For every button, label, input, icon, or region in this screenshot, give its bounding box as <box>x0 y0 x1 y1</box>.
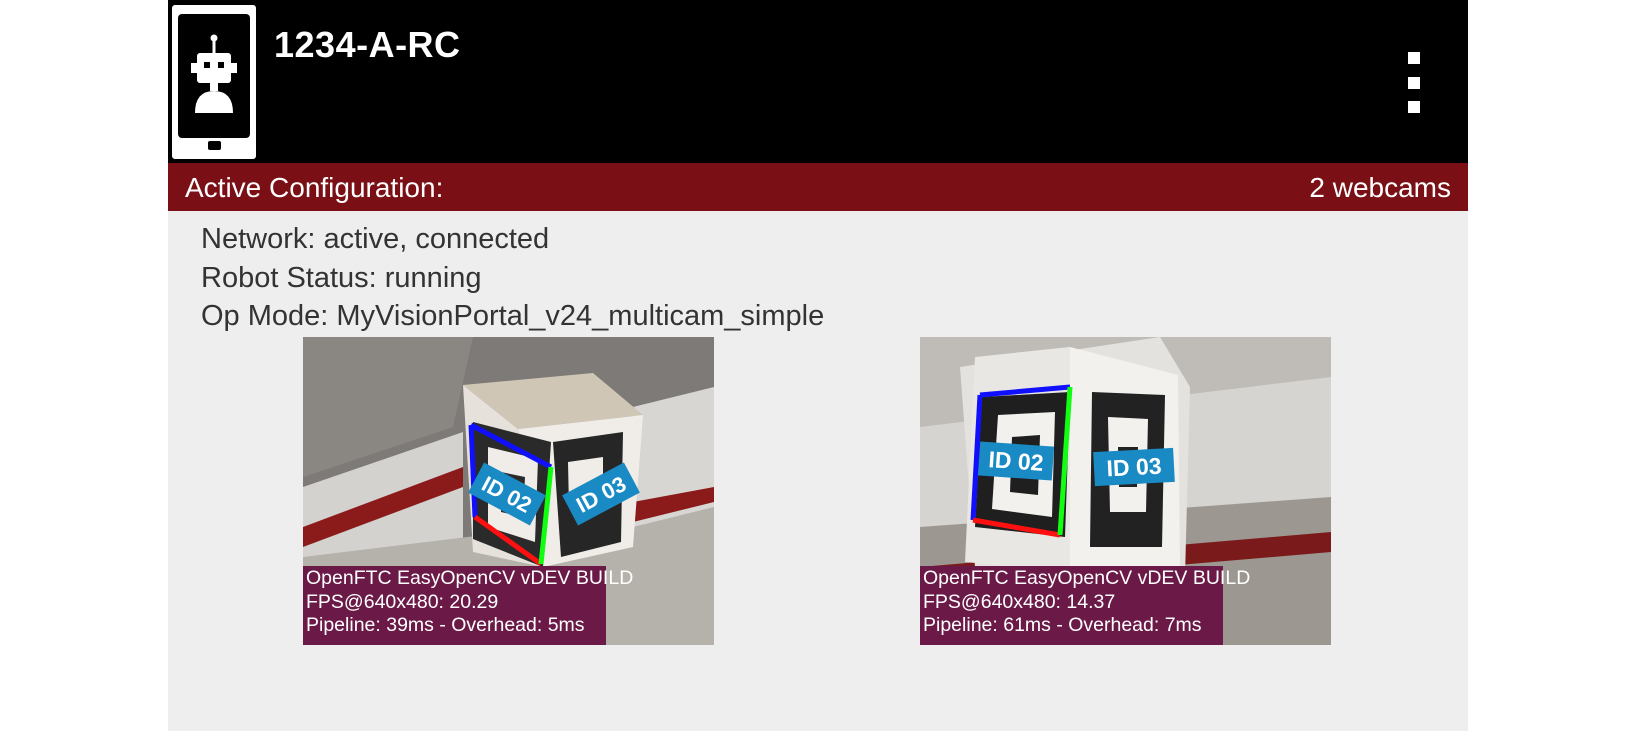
app-header: 1234-A-RC <box>168 0 1468 163</box>
op-mode-status: Op Mode: MyVisionPortal_v24_multicam_sim… <box>201 300 825 332</box>
robot-controller-icon <box>172 5 256 159</box>
stats-line-timing: Pipeline: 39ms - Overhead: 5ms <box>306 614 585 636</box>
config-label: Active Configuration: <box>185 172 444 203</box>
stats-line-version: OpenFTC EasyOpenCV vDEV BUILD <box>306 567 634 589</box>
pipeline-stats-overlay: OpenFTC EasyOpenCV vDEV BUILD FPS@640x48… <box>303 566 634 645</box>
robot-status: Robot Status: running <box>201 262 482 294</box>
stats-line-timing: Pipeline: 61ms - Overhead: 7ms <box>923 614 1202 636</box>
active-configuration-bar: Active Configuration: 2 webcams <box>168 163 1468 211</box>
network-status: Network: active, connected <box>201 223 550 255</box>
config-value[interactable]: 2 webcams <box>1309 172 1451 204</box>
tag-label-id03: ID 03 <box>1106 453 1162 482</box>
camera-view-1: ID 02 ID 03 OpenFTC EasyOpenCV vDEV BUIL… <box>303 337 714 645</box>
overflow-menu-icon[interactable] <box>1397 52 1431 114</box>
stats-line-fps: FPS@640x480: 20.29 <box>306 590 499 613</box>
tag-label-id02: ID 02 <box>988 446 1045 476</box>
driver-station-app: 1234-A-RC Active Configuration: 2 webcam… <box>168 0 1468 731</box>
pipeline-stats-overlay: OpenFTC EasyOpenCV vDEV BUILD FPS@640x48… <box>920 566 1251 645</box>
stats-line-version: OpenFTC EasyOpenCV vDEV BUILD <box>923 567 1251 589</box>
app-title: 1234-A-RC <box>274 24 461 65</box>
camera-view-2: ID 02 ID 03 OpenFTC EasyOpenCV vDEV BUIL… <box>920 337 1331 645</box>
stats-line-fps: FPS@640x480: 14.37 <box>923 590 1116 613</box>
